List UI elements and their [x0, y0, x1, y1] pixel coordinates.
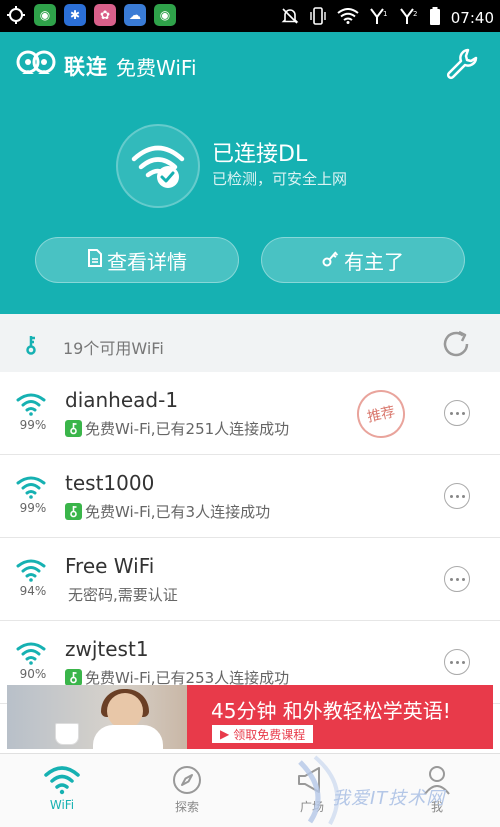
wifi-status-icon	[337, 8, 359, 28]
recommended-stamp: 推荐	[352, 385, 410, 443]
more-options-button[interactable]	[444, 400, 470, 426]
ad-cta-button[interactable]: ▶ 领取免费课程	[212, 725, 314, 743]
network-name: dianhead-1	[65, 388, 179, 412]
weather-notification-icon: ✱	[64, 4, 86, 26]
wifi-signal-icon	[16, 558, 46, 582]
connected-status-icon	[116, 124, 200, 208]
ad-title: 45分钟 和外教轻松学英语!	[211, 699, 451, 723]
claim-owner-label: 有主了	[344, 249, 404, 274]
network-name: test1000	[65, 471, 155, 495]
network-description-text: 免费Wi-Fi,已有251人连接成功	[85, 420, 290, 438]
wifi-count-bar: 19个可用WiFi	[0, 314, 500, 372]
wifi-list-item[interactable]: 99% dianhead-1 免费Wi-Fi,已有251人连接成功 推荐	[0, 372, 500, 455]
app-notification-icon: ✿	[94, 4, 116, 26]
tab-explore[interactable]: 探索	[147, 762, 227, 815]
network-description-text: 无密码,需要认证	[68, 586, 178, 604]
wifi-list-item[interactable]: 99% test1000 免费Wi-Fi,已有3人连接成功	[0, 455, 500, 538]
brand-subtitle: 免费WiFi	[116, 55, 197, 80]
app-notification-icon: ◉	[34, 4, 56, 26]
connection-title: 已连接DL	[212, 142, 308, 167]
logo-icon	[16, 50, 56, 82]
wifi-signal-icon	[16, 475, 46, 499]
refresh-icon[interactable]	[442, 330, 472, 362]
battery-icon	[429, 6, 441, 30]
tab-label: 探索	[174, 800, 199, 814]
signal-sim1-icon: 1	[369, 7, 389, 29]
wifi-signal-icon	[16, 641, 46, 665]
key-icon	[322, 248, 340, 272]
settings-wrench-icon[interactable]	[444, 46, 480, 82]
tab-wifi[interactable]: WiFi	[22, 762, 102, 812]
ad-photo	[7, 685, 187, 749]
network-name: zwjtest1	[65, 637, 149, 661]
more-options-button[interactable]	[444, 566, 470, 592]
weather-notification-icon: ☁	[124, 4, 146, 26]
compass-icon	[147, 762, 227, 798]
view-details-button[interactable]: 查看详情	[35, 237, 239, 283]
signal-strength: 94%	[19, 584, 47, 598]
signal-strength: 99%	[19, 418, 47, 432]
free-key-badge-icon	[65, 420, 82, 437]
network-description: 免费Wi-Fi,已有251人连接成功	[65, 418, 289, 439]
wifi-icon	[22, 762, 102, 798]
svg-text:2: 2	[413, 10, 417, 18]
network-description: 无密码,需要认证	[65, 584, 178, 605]
network-name: Free WiFi	[65, 554, 155, 578]
ad-cta-label: 领取免费课程	[233, 727, 306, 742]
location-icon	[6, 4, 26, 26]
network-description: 免费Wi-Fi,已有3人连接成功	[65, 501, 270, 522]
wifi-list-item[interactable]: 94% Free WiFi 无密码,需要认证	[0, 538, 500, 621]
more-options-button[interactable]	[444, 483, 470, 509]
tab-label: WiFi	[49, 798, 75, 812]
watermark-text: 我爱IT技术网	[332, 788, 446, 809]
clock: 07:40	[450, 9, 494, 27]
brand-name: 联连	[64, 55, 108, 79]
svg-text:1: 1	[383, 10, 387, 18]
wifi-count-text: 19个可用WiFi	[63, 339, 164, 358]
app-notification-icon: ◉	[154, 4, 176, 26]
connection-header: 联连 免费WiFi 已连接DL 已检测，可安全上网 查看详情 有主了	[0, 32, 500, 314]
free-key-badge-icon	[65, 669, 82, 686]
play-icon: ▶	[220, 727, 230, 741]
network-description-text: 免费Wi-Fi,已有3人连接成功	[85, 503, 271, 521]
document-icon	[87, 248, 103, 272]
ad-banner[interactable]: 45分钟 和外教轻松学英语! ▶ 领取免费课程	[7, 685, 493, 749]
signal-strength: 99%	[19, 501, 47, 515]
app-brand: 联连 免费WiFi	[16, 50, 197, 82]
claim-owner-button[interactable]: 有主了	[261, 237, 465, 283]
free-key-badge-icon	[65, 503, 82, 520]
status-bar: ◉ ✱ ✿ ☁ ◉ 1 2 07:40	[0, 0, 500, 32]
more-options-button[interactable]	[444, 649, 470, 675]
view-details-label: 查看详情	[107, 249, 187, 274]
mute-icon	[281, 7, 299, 29]
signal-strength: 90%	[19, 667, 47, 681]
connection-subtitle: 已检测，可安全上网	[212, 170, 348, 188]
wifi-signal-icon	[16, 392, 46, 416]
key-icon	[22, 334, 40, 360]
vibrate-icon	[309, 6, 327, 30]
signal-sim2-icon: 2	[399, 7, 419, 29]
